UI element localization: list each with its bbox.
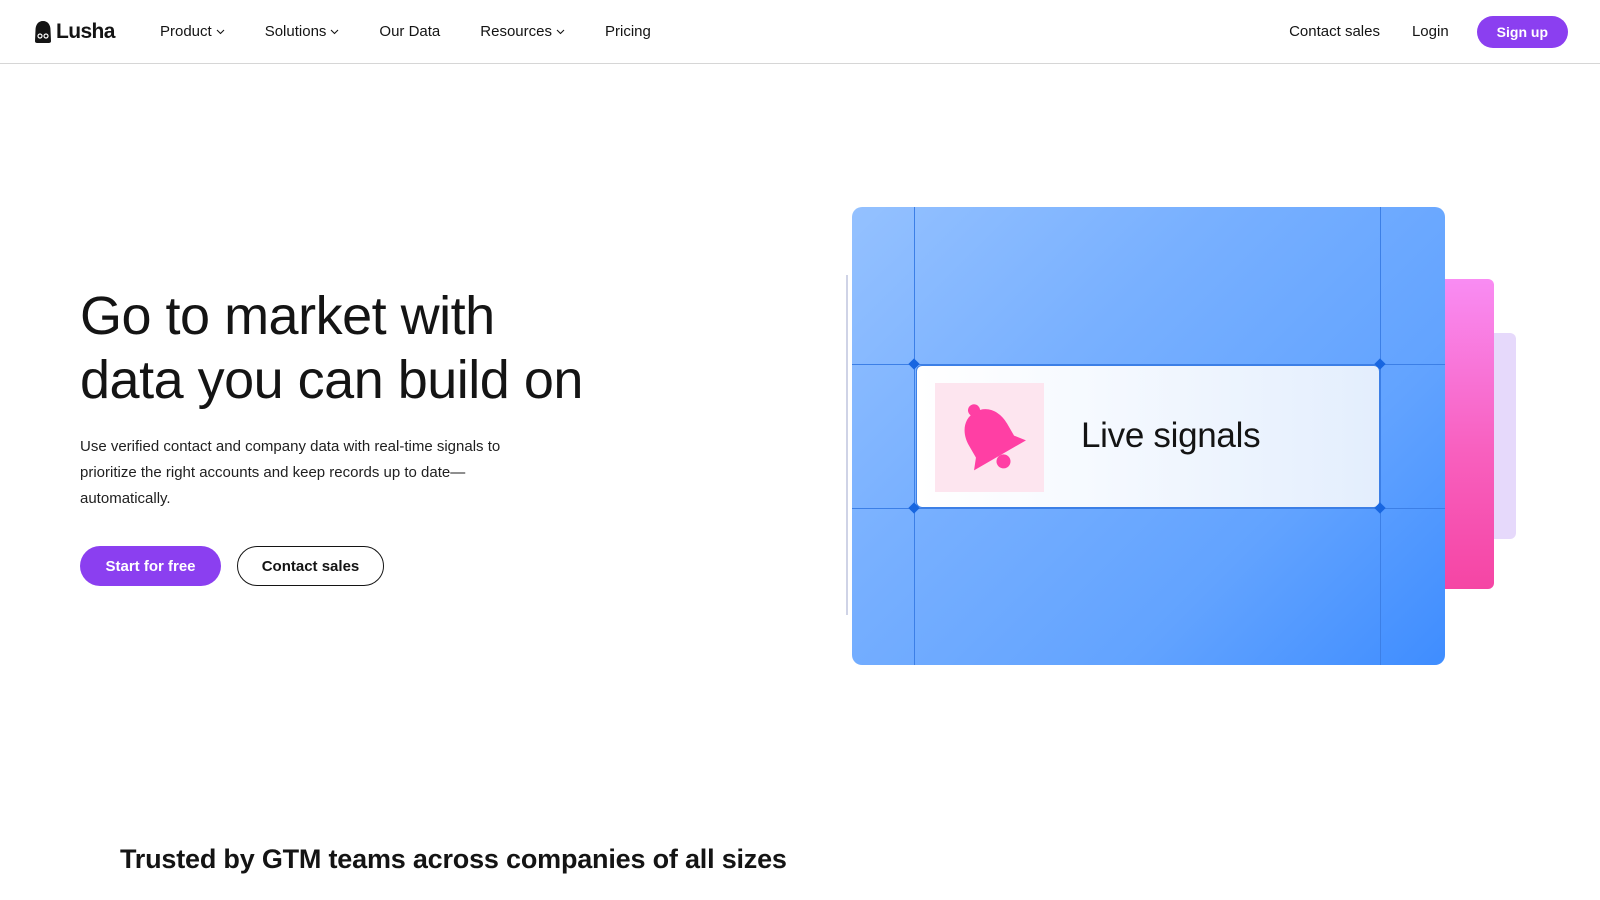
nav-item-solutions[interactable]: Solutions bbox=[265, 23, 340, 40]
start-for-free-button[interactable]: Start for free bbox=[80, 546, 221, 586]
contact-sales-button[interactable]: Contact sales bbox=[237, 546, 384, 586]
top-navigation: Lusha Product Solutions Our Data Resourc… bbox=[0, 0, 1600, 64]
bell-icon bbox=[964, 403, 1026, 470]
nav-item-our-data[interactable]: Our Data bbox=[379, 23, 440, 40]
nav-item-product[interactable]: Product bbox=[160, 23, 225, 40]
lusha-logo[interactable]: Lusha bbox=[33, 19, 115, 45]
main-menu: Product Solutions Our Data Resources Pri… bbox=[160, 0, 691, 63]
bell-tile bbox=[935, 383, 1044, 492]
nav-item-pricing[interactable]: Pricing bbox=[605, 23, 651, 40]
grid-line bbox=[1380, 207, 1381, 665]
grid-line bbox=[852, 508, 1445, 509]
chevron-down-icon bbox=[216, 29, 225, 34]
hero-illustration: Live signals bbox=[846, 205, 1518, 665]
nav-item-label: Solutions bbox=[264, 23, 327, 40]
signup-button[interactable]: Sign up bbox=[1476, 15, 1568, 48]
nav-actions: Contact sales Login Sign up bbox=[1289, 0, 1568, 63]
hero-title-line-2: data you can build on bbox=[80, 350, 583, 410]
lusha-logo-text: Lusha bbox=[56, 20, 115, 43]
hero-title-line-1: Go to market with bbox=[80, 286, 495, 346]
signals-card: Live signals bbox=[852, 207, 1445, 665]
nav-item-label: Our Data bbox=[379, 23, 441, 40]
nav-contact-sales-link[interactable]: Contact sales bbox=[1289, 23, 1380, 40]
live-signals-label: Live signals bbox=[1081, 416, 1261, 455]
chevron-down-icon bbox=[331, 29, 339, 34]
grid-line bbox=[914, 207, 915, 665]
nav-item-resources[interactable]: Resources bbox=[480, 23, 565, 40]
chevron-down-icon bbox=[556, 29, 565, 34]
live-signals-box: Live signals bbox=[916, 365, 1380, 508]
trusted-by-heading: Trusted by GTM teams across companies of… bbox=[120, 844, 787, 874]
nav-item-label: Resources bbox=[480, 23, 552, 40]
hero-title: Go to market with data you can build on bbox=[80, 284, 700, 412]
hero-subtitle: Use verified contact and company data wi… bbox=[80, 438, 501, 507]
lusha-logo-icon bbox=[35, 21, 51, 43]
nav-item-label: Pricing bbox=[604, 23, 651, 40]
nav-item-label: Product bbox=[160, 23, 212, 40]
nav-login-link[interactable]: Login bbox=[1412, 23, 1449, 40]
